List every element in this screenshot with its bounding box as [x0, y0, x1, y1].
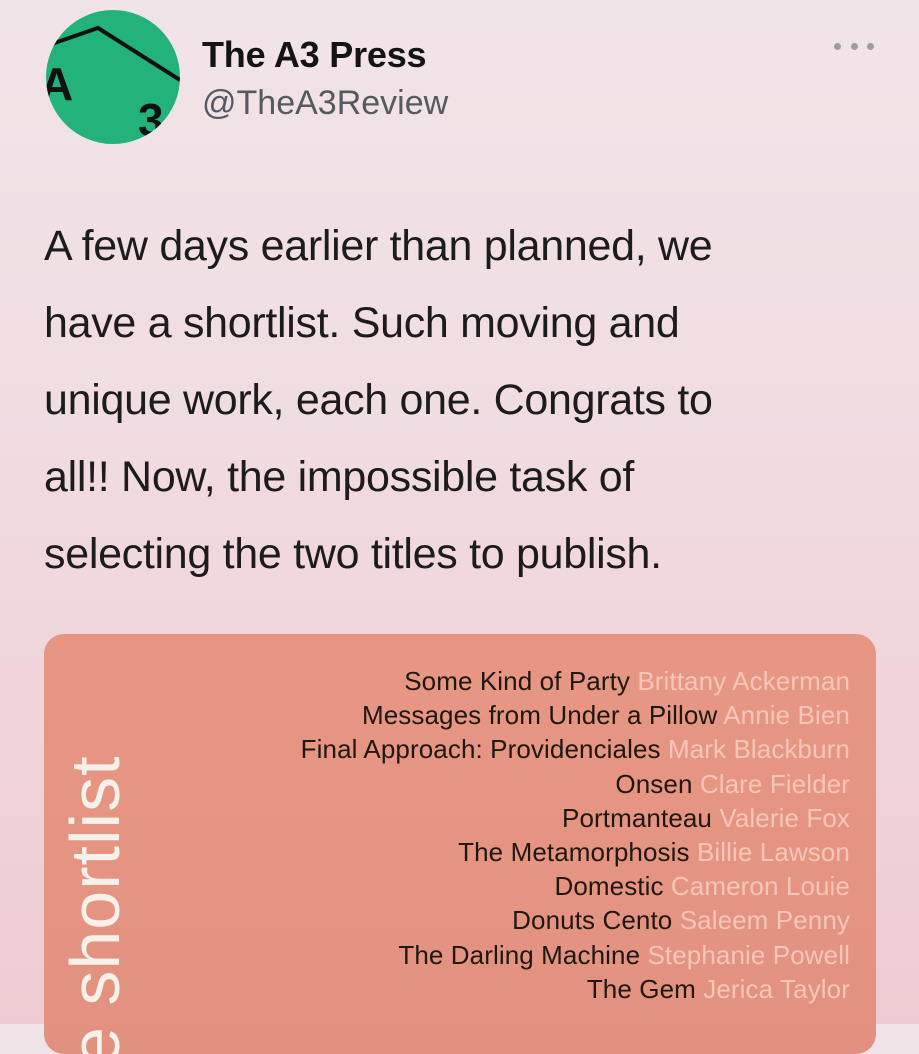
tweet-text-line: selecting the two titles to publish.	[44, 530, 662, 578]
entry-title: Final Approach: Providenciales	[300, 734, 661, 765]
shortlist-entry: The Darling Machine Stephanie Powell	[210, 938, 850, 972]
entry-title: The Gem	[586, 973, 696, 1004]
avatar-letter-a: A	[46, 58, 73, 110]
entry-author: Stephanie Powell	[647, 939, 850, 970]
tweet-text-line: unique work, each one. Congrats to	[44, 376, 713, 424]
tweet-text-line: all!! Now, the impossible task of	[44, 453, 634, 501]
shortlist-entry: The Gem Jerica Taylor	[210, 972, 850, 1006]
entry-title: Donuts Cento	[512, 905, 673, 936]
entry-author: Billie Lawson	[696, 837, 850, 868]
shortlist-entry: Final Approach: Providenciales Mark Blac…	[210, 732, 850, 766]
tweet-media-image[interactable]: e shortlist Some Kind of Party Brittany …	[44, 634, 876, 1054]
user-handle[interactable]: @TheA3Review	[202, 84, 448, 123]
shortlist-entry: Donuts Cento Saleem Penny	[210, 903, 850, 937]
a3-logo: A 3	[46, 25, 180, 144]
shortlist-entry: Domestic Cameron Louie	[210, 869, 850, 903]
ellipsis-icon-dot	[850, 42, 858, 50]
entry-author: Jerica Taylor	[703, 973, 850, 1004]
tweet-text-line: have a shortlist. Such moving and	[44, 299, 680, 347]
more-options-button[interactable]	[834, 36, 874, 56]
entry-author: Saleem Penny	[679, 905, 850, 936]
shortlist-entry: Portmanteau Valerie Fox	[210, 801, 850, 835]
display-name[interactable]: The A3 Press	[202, 34, 427, 76]
entry-author: Cameron Louie	[670, 871, 850, 902]
entry-title: The Darling Machine	[398, 939, 641, 970]
ellipsis-icon-dot	[834, 42, 841, 50]
entry-title: Some Kind of Party	[404, 666, 630, 696]
entry-title: Onsen	[615, 768, 693, 799]
tweet-text-line: A few days earlier than planned, we	[44, 222, 713, 270]
ellipsis-icon-dot	[867, 42, 874, 50]
entry-author: Annie Bien	[723, 700, 850, 731]
shortlist-heading: e shortlist	[56, 755, 134, 1054]
tweet-text: A few days earlier than planned, we have…	[44, 208, 884, 593]
entry-title: Domestic	[554, 871, 664, 902]
entry-author: Valerie Fox	[719, 802, 850, 833]
shortlist-entries: Some Kind of Party Brittany Ackerman Mes…	[210, 664, 850, 1006]
shortlist-heading-wrap: e shortlist	[44, 634, 144, 1054]
entry-author: Mark Blackburn	[667, 734, 850, 765]
entry-author: Clare Fielder	[699, 768, 850, 799]
entry-author: Brittany Ackerman	[637, 666, 850, 696]
avatar-letter-3: 3	[138, 94, 164, 144]
avatar[interactable]: A 3	[46, 10, 180, 144]
entry-title: The Metamorphosis	[458, 837, 690, 868]
shortlist-entry: Messages from Under a Pillow Annie Bien	[210, 698, 850, 732]
entry-title: Messages from Under a Pillow	[361, 700, 718, 731]
shortlist-entry: Some Kind of Party Brittany Ackerman	[210, 664, 850, 698]
tweet: A 3 The A3 Press @TheA3Review A few days…	[0, 0, 919, 1054]
entry-title: Portmanteau	[562, 802, 712, 833]
shortlist-entry: The Metamorphosis Billie Lawson	[210, 835, 850, 869]
shortlist-entry: Onsen Clare Fielder	[210, 767, 850, 801]
